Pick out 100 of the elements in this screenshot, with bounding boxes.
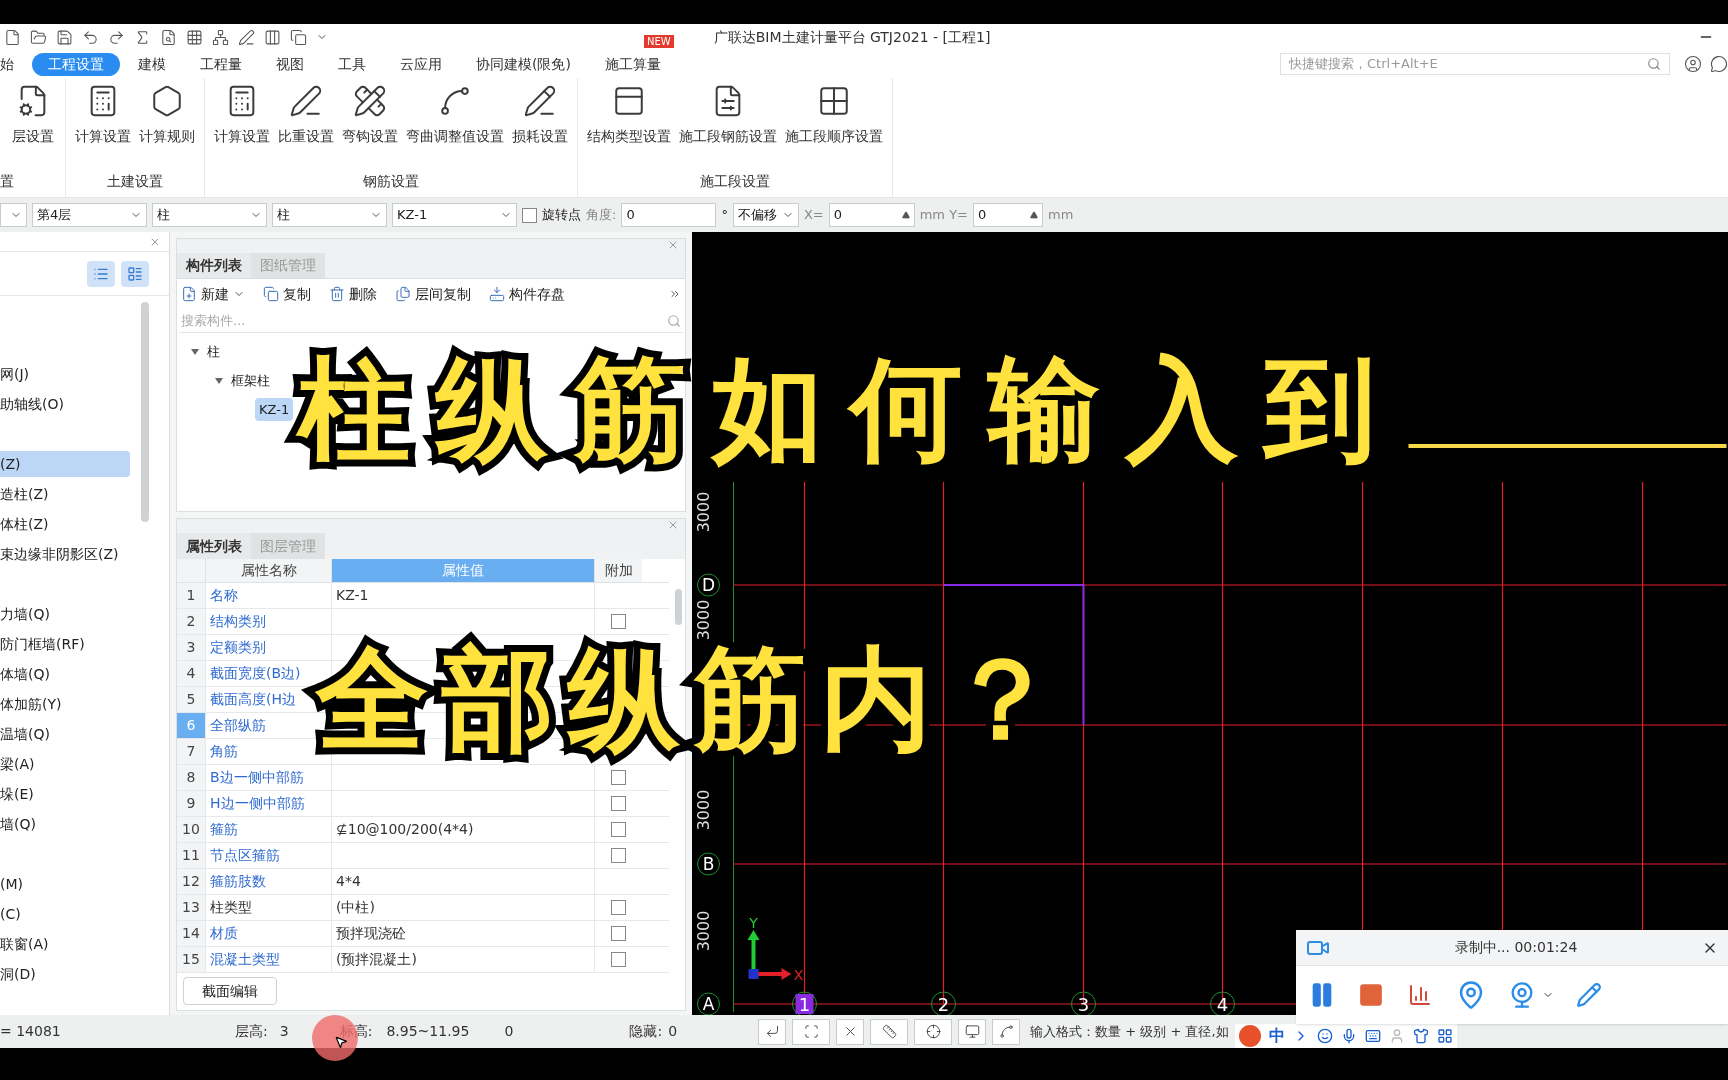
menu-tab[interactable]: 视图 <box>260 52 320 76</box>
toolbar-button[interactable]: 层间复制 <box>395 283 471 305</box>
user-icon[interactable] <box>1684 55 1702 73</box>
menu-tab[interactable]: 工程量 <box>184 52 258 76</box>
y-field[interactable]: 0 <box>973 203 1043 227</box>
chat-icon[interactable] <box>1710 55 1728 73</box>
angle-field[interactable]: 0 <box>621 203 717 227</box>
tree-item[interactable]: 防门框墙(RF) <box>0 631 130 657</box>
tree-item[interactable]: 洞(D) <box>0 961 130 987</box>
checkbox[interactable] <box>522 207 537 223</box>
expand-triangle-icon[interactable] <box>191 347 199 356</box>
tool-button[interactable] <box>992 1018 1021 1045</box>
ribbon-button[interactable]: 施工段钢筋设置 <box>676 82 780 147</box>
panel-tab[interactable]: 构件列表 <box>177 253 251 278</box>
dropdown[interactable]: 柱 <box>152 203 267 227</box>
menu-tab[interactable]: 始 <box>0 52 30 76</box>
ribbon-button[interactable]: 层设置 <box>9 82 57 147</box>
list-view-button[interactable] <box>87 260 115 287</box>
redo-icon[interactable] <box>108 28 125 46</box>
tree-item[interactable]: 力墙(Q) <box>0 601 130 627</box>
property-value[interactable]: ⊈10@100/200(4*4) <box>336 819 474 840</box>
tool-button[interactable] <box>958 1018 987 1045</box>
ribbon-button[interactable]: 计算规则 <box>136 82 198 147</box>
new-file-icon[interactable] <box>4 28 21 46</box>
folder-icon[interactable] <box>30 28 47 46</box>
smiley-icon[interactable] <box>1316 1028 1333 1044</box>
tree-item[interactable]: 联窗(A) <box>0 931 130 957</box>
dropdown[interactable]: KZ-1 <box>392 203 517 227</box>
table-icon[interactable] <box>186 28 203 46</box>
tree-item[interactable]: 墙(Q) <box>0 811 130 837</box>
dropdown[interactable]: 柱 <box>272 203 387 227</box>
ribbon-button[interactable]: 结构类型设置 <box>584 82 674 147</box>
dropdown[interactable]: 第4层 <box>32 203 147 227</box>
checkbox[interactable] <box>611 770 626 785</box>
menu-tab[interactable]: 建模 <box>122 52 182 76</box>
menu-tab[interactable]: 协同建模(限免) <box>460 52 587 76</box>
checkbox[interactable] <box>611 822 626 837</box>
stop-icon[interactable] <box>1358 982 1384 1008</box>
dropdown[interactable]: 不偏移 <box>732 203 799 227</box>
row-number[interactable]: 10 <box>177 817 205 842</box>
row-number[interactable]: 12 <box>177 869 205 894</box>
undo-icon[interactable] <box>82 28 99 46</box>
checkbox[interactable] <box>611 796 626 811</box>
row-number[interactable]: 13 <box>177 895 205 920</box>
row-number[interactable]: 4 <box>177 661 205 686</box>
tool-button[interactable] <box>914 1018 953 1045</box>
x-field[interactable]: 0 <box>828 203 915 227</box>
toolbar-button[interactable]: 构件存盘 <box>489 283 565 305</box>
property-value[interactable]: 预拌现浇砼 <box>336 923 406 944</box>
row-number[interactable]: 1 <box>177 583 205 608</box>
tree-item[interactable]: 梁(A) <box>0 751 130 777</box>
row-number[interactable]: 8 <box>177 765 205 790</box>
pencil-icon[interactable] <box>1576 982 1602 1008</box>
row-number[interactable]: 7 <box>177 739 205 764</box>
property-value[interactable]: 4*4 <box>336 871 361 892</box>
ribbon-button[interactable]: 计算设置 <box>211 82 273 147</box>
tree-item[interactable]: 束边缘非阴影区(Z) <box>0 541 130 567</box>
row-number[interactable]: 15 <box>177 947 205 972</box>
tree-item[interactable]: (Z) <box>0 451 130 477</box>
tool-button[interactable] <box>758 1018 787 1045</box>
row-number[interactable]: 14 <box>177 921 205 946</box>
menu-tab[interactable]: 云应用 <box>384 52 458 76</box>
shirt-icon[interactable] <box>1412 1028 1429 1044</box>
expand-triangle-icon[interactable] <box>215 376 223 385</box>
tree-item[interactable]: 体柱(Z) <box>0 511 130 537</box>
document-search-icon[interactable] <box>160 28 177 46</box>
grid-icon[interactable] <box>1436 1028 1453 1044</box>
checkbox[interactable] <box>611 848 626 863</box>
tree-item[interactable]: (C) <box>0 901 130 927</box>
detail-view-button[interactable] <box>121 260 149 287</box>
property-value[interactable]: KZ-1 <box>336 585 369 606</box>
panel-tab[interactable]: 属性列表 <box>177 533 251 559</box>
tree-item[interactable]: 框架柱 <box>227 368 274 393</box>
checkbox[interactable] <box>611 926 626 941</box>
ribbon-button[interactable]: 弯钩设置 <box>339 82 401 147</box>
toolbar-button[interactable]: 新建 <box>181 283 245 305</box>
tool-button[interactable] <box>836 1018 865 1045</box>
tree-item[interactable]: 垛(E) <box>0 781 130 807</box>
menu-tab[interactable]: 施工算量 <box>588 52 677 76</box>
ribbon-button[interactable]: 施工段顺序设置 <box>782 82 886 147</box>
tree-item[interactable]: 造柱(Z) <box>0 481 130 507</box>
tree-item[interactable]: 体加筋(Y) <box>0 691 130 717</box>
toolbar-button[interactable]: 删除 <box>329 283 377 305</box>
menu-tab[interactable]: 工具 <box>322 52 382 76</box>
copy-icon[interactable] <box>290 28 307 46</box>
tool-button[interactable] <box>870 1018 909 1045</box>
checkbox[interactable] <box>611 614 626 629</box>
row-number[interactable]: 2 <box>177 609 205 634</box>
tree-item[interactable]: 体墙(Q) <box>0 661 130 687</box>
ribbon-button[interactable]: 计算设置 <box>72 82 134 147</box>
row-number[interactable]: 9 <box>177 791 205 816</box>
more-icon[interactable] <box>669 288 681 300</box>
row-number[interactable]: 11 <box>177 843 205 868</box>
toolbar-button[interactable]: 复制 <box>263 283 311 305</box>
ribbon-button[interactable]: 损耗设置 <box>509 82 571 147</box>
property-value[interactable]: (中柱) <box>336 897 375 918</box>
tree-item[interactable]: (M) <box>0 871 130 897</box>
tree-item[interactable]: 温墙(Q) <box>0 721 130 747</box>
tree-item[interactable]: 网(J) <box>0 361 130 387</box>
property-value[interactable]: (预拌混凝土) <box>336 949 417 970</box>
